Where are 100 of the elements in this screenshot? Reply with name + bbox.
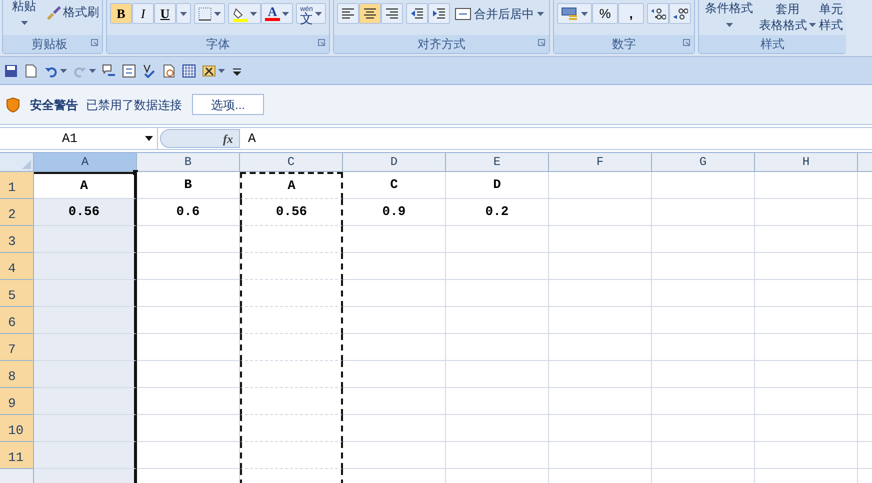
row-header[interactable]: 8 xyxy=(0,361,34,388)
percent-button[interactable]: % xyxy=(592,3,618,24)
increase-indent-button[interactable] xyxy=(428,3,450,24)
row-header[interactable]: 10 xyxy=(0,415,34,442)
table-cell[interactable] xyxy=(34,280,137,307)
align-right-button[interactable] xyxy=(381,3,403,24)
row-header[interactable]: 5 xyxy=(0,280,34,307)
table-cell[interactable]: 0.56 xyxy=(240,199,343,226)
table-cell[interactable]: C xyxy=(343,172,446,199)
increase-decimal-button[interactable] xyxy=(647,3,669,24)
row-header[interactable]: 11 xyxy=(0,442,34,469)
shield-icon xyxy=(6,96,20,112)
table-cell[interactable] xyxy=(34,442,137,469)
borders-button[interactable] xyxy=(194,3,225,24)
formula-input[interactable]: A xyxy=(248,128,872,148)
table-cell[interactable] xyxy=(240,226,343,253)
column-header[interactable]: B xyxy=(137,153,240,172)
column-header[interactable]: C xyxy=(240,153,343,172)
table-cell[interactable] xyxy=(34,253,137,280)
column-header[interactable]: A xyxy=(34,153,137,172)
fill-color-button[interactable] xyxy=(228,3,261,24)
table-cell[interactable] xyxy=(34,388,137,415)
comma-button[interactable]: , xyxy=(618,3,644,24)
underline-button[interactable]: U xyxy=(154,3,176,24)
dropdown-button[interactable] xyxy=(176,3,191,24)
italic-button[interactable]: I xyxy=(132,3,154,24)
table-cell[interactable] xyxy=(34,361,137,388)
align-left-button[interactable] xyxy=(337,3,359,24)
font-color-button[interactable]: A xyxy=(261,3,293,24)
conditional-format-button[interactable]: 条件格式 xyxy=(702,1,756,27)
column-header[interactable]: F xyxy=(549,153,652,172)
options-button[interactable]: 选项... xyxy=(192,94,264,115)
table-cell[interactable]: 0.2 xyxy=(446,199,549,226)
dialog-launcher-icon[interactable] xyxy=(318,39,325,46)
select-all-button[interactable] xyxy=(0,153,34,172)
align-icon xyxy=(341,7,355,20)
security-message: 已禁用了数据连接 xyxy=(86,96,182,114)
table-cell[interactable] xyxy=(34,334,137,361)
spell-check-icon[interactable] xyxy=(142,64,156,78)
table-cell[interactable]: A xyxy=(240,172,343,199)
row-header[interactable]: 3 xyxy=(0,226,34,253)
new-document-icon[interactable] xyxy=(24,64,38,78)
merge-center-button[interactable]: 合并后居中 xyxy=(453,3,546,24)
group-label: 样式 xyxy=(760,36,784,53)
cell-styles-button[interactable]: 单元 样式 xyxy=(819,1,843,33)
table-cell[interactable] xyxy=(240,253,343,280)
align-center-button[interactable] xyxy=(359,3,381,24)
table-cell[interactable] xyxy=(240,334,343,361)
tools-icon[interactable] xyxy=(202,64,216,78)
table-cell[interactable] xyxy=(240,307,343,334)
table-cell[interactable]: 0.6 xyxy=(137,199,240,226)
table-cell[interactable]: B xyxy=(137,172,240,199)
table-cell[interactable]: 0.9 xyxy=(343,199,446,226)
table-cell[interactable] xyxy=(240,280,343,307)
decrease-indent-button[interactable] xyxy=(406,3,428,24)
bold-button[interactable]: B xyxy=(110,3,132,24)
row-header[interactable]: 1 xyxy=(0,172,34,199)
table-cell[interactable] xyxy=(34,226,137,253)
char-text: 文 xyxy=(300,14,313,22)
decrease-decimal-button[interactable] xyxy=(669,3,691,24)
table-format-button[interactable]: 套用 表格格式 xyxy=(759,1,816,33)
row-header[interactable]: 7 xyxy=(0,334,34,361)
save-icon[interactable] xyxy=(4,64,18,78)
brush-icon xyxy=(45,4,61,20)
column-header[interactable] xyxy=(858,153,872,172)
decrease-decimal-icon xyxy=(672,7,688,20)
row-header[interactable]: 4 xyxy=(0,253,34,280)
column-header[interactable]: D xyxy=(343,153,446,172)
caret-icon[interactable] xyxy=(145,136,153,141)
align-icon xyxy=(363,7,377,20)
dialog-launcher-icon[interactable] xyxy=(91,39,98,46)
comment-icon[interactable] xyxy=(102,64,116,78)
name-box[interactable]: A1 xyxy=(0,128,158,149)
currency-button[interactable] xyxy=(557,3,592,24)
indent-icon xyxy=(410,7,424,20)
dialog-launcher-icon[interactable] xyxy=(538,39,545,46)
paint-bucket-icon xyxy=(232,6,248,22)
form-icon[interactable] xyxy=(122,64,136,78)
function-button[interactable]: fx xyxy=(160,129,240,148)
table-cell[interactable]: D xyxy=(446,172,549,199)
table-cell[interactable] xyxy=(240,442,343,469)
row-header[interactable]: 2 xyxy=(0,199,34,226)
print-preview-icon[interactable] xyxy=(162,64,176,78)
table-cell[interactable] xyxy=(34,415,137,442)
column-header[interactable]: E xyxy=(446,153,549,172)
column-header[interactable]: G xyxy=(652,153,755,172)
table-cell[interactable]: 0.56 xyxy=(34,199,137,226)
column-header[interactable]: H xyxy=(755,153,858,172)
grid-icon[interactable] xyxy=(182,64,196,78)
row-header[interactable]: 6 xyxy=(0,307,34,334)
format-painter-button[interactable]: 格式刷 xyxy=(45,3,99,21)
group-label: 数字 xyxy=(612,36,636,53)
dialog-launcher-icon[interactable] xyxy=(683,39,690,46)
table-cell[interactable] xyxy=(240,361,343,388)
table-cell[interactable] xyxy=(240,415,343,442)
table-cell[interactable] xyxy=(34,307,137,334)
row-header[interactable]: 9 xyxy=(0,388,34,415)
table-cell[interactable] xyxy=(240,388,343,415)
paste-button[interactable]: 粘贴 xyxy=(6,0,42,25)
table-cell[interactable]: A xyxy=(34,172,137,199)
